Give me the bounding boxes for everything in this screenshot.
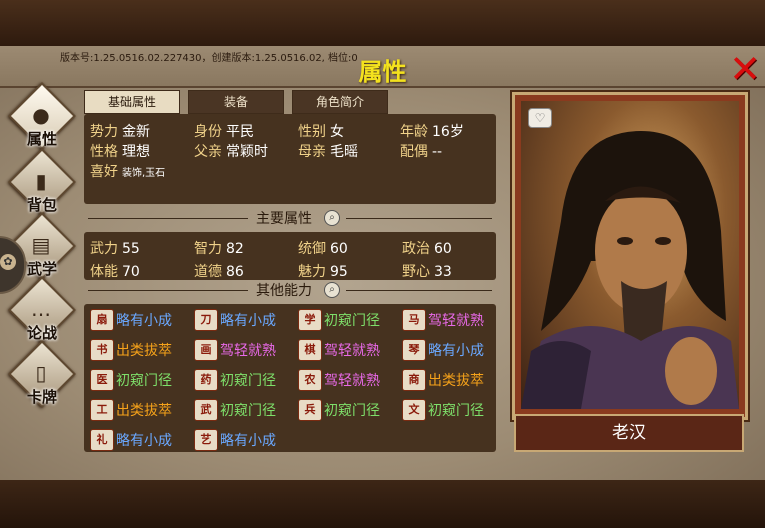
- close-icon[interactable]: ✕: [728, 50, 762, 88]
- attr-strength: 武力 55: [90, 241, 140, 257]
- skill-seal-icon: 文: [402, 399, 426, 421]
- ability-level: 驾轻就熟: [324, 373, 380, 389]
- skill-seal-icon: 棋: [298, 339, 322, 361]
- ability-level: 出类拔萃: [116, 343, 172, 359]
- skill-seal-icon: 农: [298, 369, 322, 391]
- skill-seal-icon: 学: [298, 309, 322, 331]
- heart-icon[interactable]: ♡: [528, 108, 552, 128]
- main-attributes-title: 主要属性: [256, 211, 312, 227]
- father-field: 父亲 常颖时: [194, 144, 268, 160]
- other-abilities-title: 其他能力: [256, 283, 312, 299]
- magnifier-icon[interactable]: ⌕: [324, 282, 340, 298]
- magnifier-icon[interactable]: ⌕: [324, 210, 340, 226]
- skill-seal-icon: 画: [194, 339, 218, 361]
- tab-character-intro[interactable]: 角色简介: [292, 90, 388, 114]
- skill-seal-icon: 马: [402, 309, 426, 331]
- ability-item[interactable]: 马驾轻就熟: [402, 307, 502, 331]
- skill-seal-icon: 艺: [194, 429, 218, 451]
- sidebar-item-debate[interactable]: … 论战: [8, 276, 76, 348]
- portrait-frame: [512, 92, 748, 420]
- skill-seal-icon: 兵: [298, 399, 322, 421]
- ability-item[interactable]: 棋驾轻就熟: [298, 337, 398, 361]
- ability-item[interactable]: 农驾轻就熟: [298, 367, 398, 391]
- faction-field: 势力 金新: [90, 124, 150, 140]
- ability-level: 初窥门径: [220, 403, 276, 419]
- ability-item[interactable]: 艺略有小成: [194, 427, 294, 451]
- ability-item[interactable]: 刀略有小成: [194, 307, 294, 331]
- ability-level: 出类拔萃: [428, 373, 484, 389]
- character-name: 老汉: [514, 414, 744, 452]
- ability-level: 略有小成: [220, 433, 276, 449]
- ability-item[interactable]: 医初窥门径: [90, 367, 190, 391]
- skill-seal-icon: 扇: [90, 309, 114, 331]
- top-frame: [0, 0, 765, 46]
- ability-level: 略有小成: [428, 343, 484, 359]
- ability-item[interactable]: 药初窥门径: [194, 367, 294, 391]
- age-field: 年龄 16岁: [400, 124, 464, 140]
- ability-item[interactable]: 琴略有小成: [402, 337, 502, 361]
- ability-item[interactable]: 画驾轻就熟: [194, 337, 294, 361]
- character-portrait: [521, 101, 739, 409]
- tab-equipment[interactable]: 装备: [188, 90, 284, 114]
- ability-item[interactable]: 商出类拔萃: [402, 367, 502, 391]
- ability-level: 驾轻就熟: [220, 343, 276, 359]
- status-field: 身份 平民: [194, 124, 254, 140]
- attr-ambition: 野心 33: [402, 264, 452, 280]
- gender-field: 性别女: [298, 124, 344, 140]
- ability-item[interactable]: 兵初窥门径: [298, 397, 398, 421]
- ability-item[interactable]: 书出类拔萃: [90, 337, 190, 361]
- ability-level: 驾轻就熟: [324, 343, 380, 359]
- skill-seal-icon: 医: [90, 369, 114, 391]
- spouse-field: 配偶 --: [400, 144, 443, 160]
- skill-seal-icon: 刀: [194, 309, 218, 331]
- attr-intelligence: 智力 82: [194, 241, 244, 257]
- attr-charisma: 魅力 95: [298, 264, 348, 280]
- ability-item[interactable]: 学初窥门径: [298, 307, 398, 331]
- sidebar-item-cards[interactable]: ▯ 卡牌: [8, 340, 76, 412]
- sidebar-item-label: 属性: [26, 130, 57, 148]
- page-title: 属性: [358, 58, 407, 86]
- main-attributes-header: 主要属性 ⌕: [84, 210, 496, 228]
- ability-item[interactable]: 工出类拔萃: [90, 397, 190, 421]
- ability-level: 初窥门径: [324, 313, 380, 329]
- ability-level: 驾轻就熟: [428, 313, 484, 329]
- skill-seal-icon: 礼: [90, 429, 114, 451]
- ability-item[interactable]: 文初窥门径: [402, 397, 502, 421]
- hobby-field: 喜好 装饰,玉石: [90, 164, 166, 180]
- attr-politics: 政治 60: [402, 241, 452, 257]
- skill-seal-icon: 商: [402, 369, 426, 391]
- ability-level: 初窥门径: [428, 403, 484, 419]
- ability-item[interactable]: 扇略有小成: [90, 307, 190, 331]
- ability-item[interactable]: 武初窥门径: [194, 397, 294, 421]
- attr-command: 统御 60: [298, 241, 348, 257]
- ability-level: 略有小成: [220, 313, 276, 329]
- personality-field: 性格 理想: [90, 144, 150, 160]
- skill-seal-icon: 琴: [402, 339, 426, 361]
- other-abilities-header: 其他能力 ⌕: [84, 282, 496, 300]
- mother-field: 母亲 毛暚: [298, 144, 358, 160]
- ability-level: 略有小成: [116, 313, 172, 329]
- skill-seal-icon: 武: [194, 399, 218, 421]
- sidebar-item-bag[interactable]: ▮ 背包: [8, 148, 76, 220]
- ability-level: 初窥门径: [324, 403, 380, 419]
- ability-level: 略有小成: [116, 433, 172, 449]
- ability-item[interactable]: 礼略有小成: [90, 427, 190, 451]
- palette-icon: ✿: [0, 254, 16, 270]
- skill-seal-icon: 工: [90, 399, 114, 421]
- sidebar-item-label: 卡牌: [26, 388, 57, 406]
- skill-seal-icon: 书: [90, 339, 114, 361]
- sidebar-item-attributes[interactable]: ● 属性: [8, 82, 76, 154]
- skill-seal-icon: 药: [194, 369, 218, 391]
- ability-level: 初窥门径: [116, 373, 172, 389]
- ability-level: 出类拔萃: [116, 403, 172, 419]
- bottom-frame: [0, 480, 765, 528]
- ability-level: 初窥门径: [220, 373, 276, 389]
- attr-morality: 道德 86: [194, 264, 244, 280]
- tab-basic-attributes[interactable]: 基础属性: [84, 90, 180, 114]
- attr-stamina: 体能 70: [90, 264, 140, 280]
